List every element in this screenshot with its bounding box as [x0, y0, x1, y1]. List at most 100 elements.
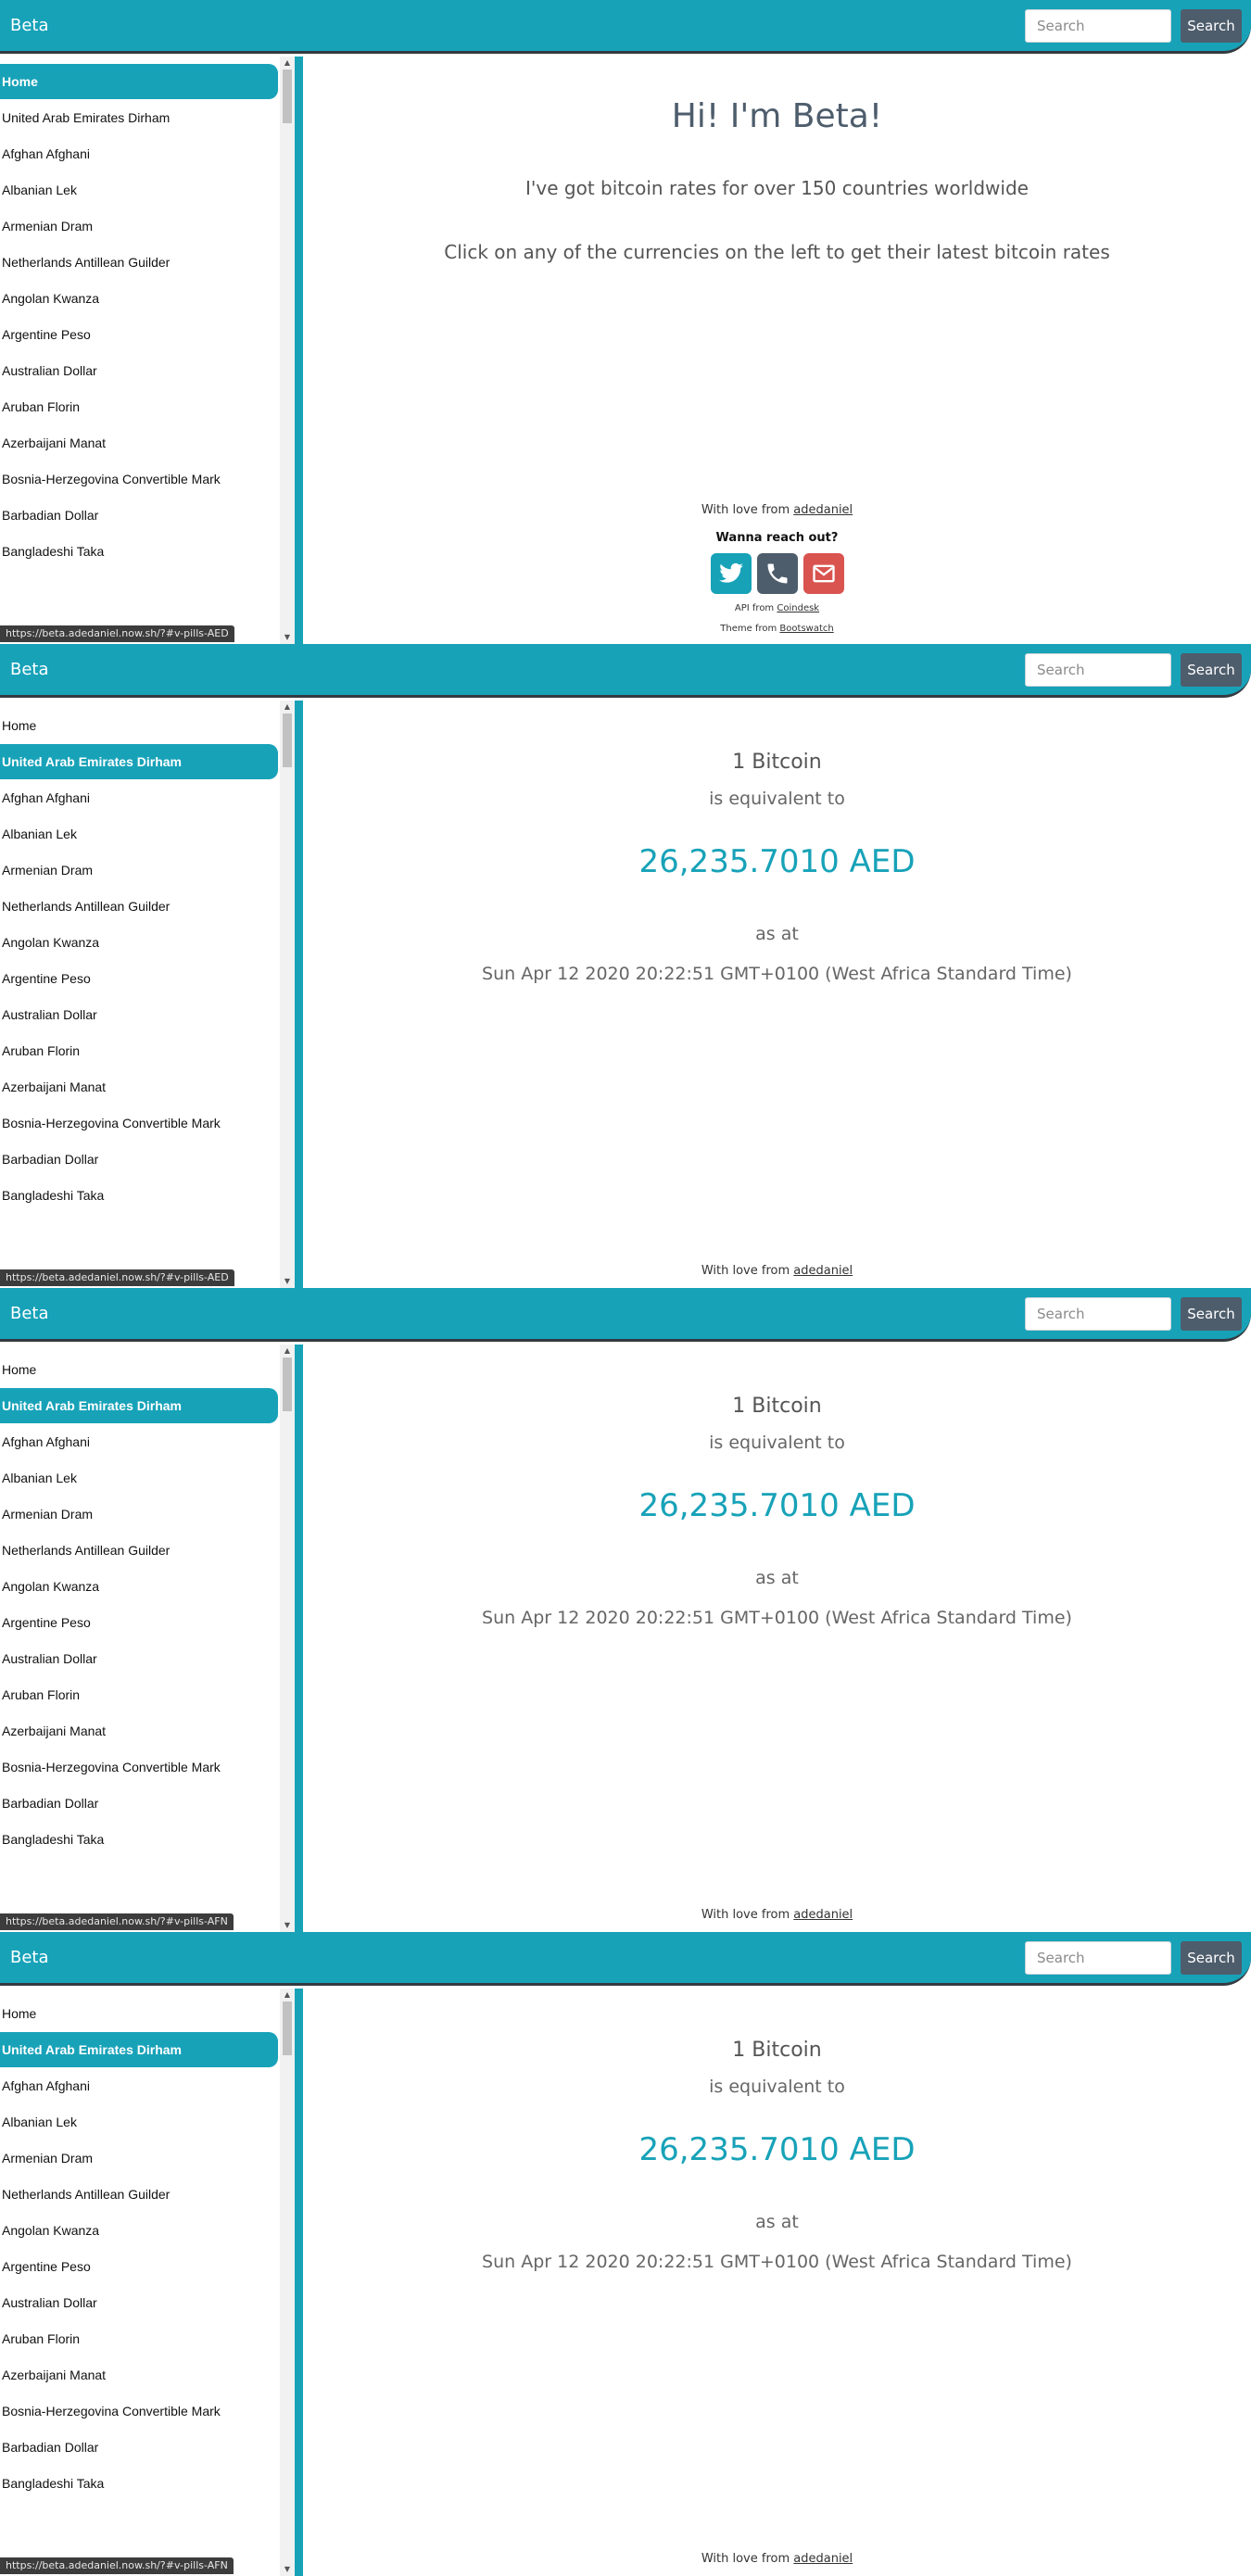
search-input[interactable] — [1025, 1297, 1171, 1331]
sidebar-item[interactable]: Bangladeshi Taka — [0, 2466, 278, 2501]
sidebar-item[interactable]: United Arab Emirates Dirham — [0, 100, 278, 135]
sidebar-item[interactable]: Armenian Dram — [0, 852, 278, 888]
scroll-thumb[interactable] — [283, 69, 292, 123]
search-button[interactable]: Search — [1181, 9, 1242, 43]
sidebar-item[interactable]: Australian Dollar — [0, 2285, 278, 2320]
sidebar-item[interactable]: Armenian Dram — [0, 2140, 278, 2176]
scroll-up-arrow-icon[interactable]: ▲ — [280, 701, 295, 713]
sidebar-item[interactable]: Afghan Afghani — [0, 2068, 278, 2103]
sidebar-scrollbar[interactable]: ▲ ▼ — [280, 1989, 295, 2576]
sidebar-item[interactable]: Bosnia-Herzegovina Convertible Mark — [0, 1749, 278, 1785]
sidebar-item[interactable]: Afghan Afghani — [0, 1424, 278, 1459]
scroll-up-arrow-icon[interactable]: ▲ — [280, 1345, 295, 1357]
sidebar-scrollbar[interactable]: ▲ ▼ — [280, 57, 295, 644]
sidebar-item[interactable]: Argentine Peso — [0, 317, 278, 352]
phone-button[interactable] — [756, 553, 798, 594]
sidebar-item[interactable]: Afghan Afghani — [0, 136, 278, 171]
sidebar-item[interactable]: Netherlands Antillean Guilder — [0, 1533, 278, 1568]
sidebar-item[interactable]: Barbadian Dollar — [0, 1142, 278, 1177]
sidebar-item[interactable]: Home — [0, 64, 278, 99]
sidebar-item[interactable]: Angolan Kwanza — [0, 2213, 278, 2248]
sidebar-item[interactable]: Angolan Kwanza — [0, 925, 278, 960]
sidebar-item[interactable]: Bosnia-Herzegovina Convertible Mark — [0, 461, 278, 497]
sidebar-item[interactable]: Home — [0, 1352, 278, 1387]
search-button[interactable]: Search — [1181, 653, 1242, 687]
sidebar-item[interactable]: Azerbaijani Manat — [0, 425, 278, 461]
brand-link[interactable]: Beta — [10, 660, 49, 679]
author-link[interactable]: adedaniel — [793, 1264, 853, 1278]
brand-link[interactable]: Beta — [10, 1304, 49, 1323]
sidebar-item[interactable]: Netherlands Antillean Guilder — [0, 245, 278, 280]
sidebar-item[interactable]: Azerbaijani Manat — [0, 1713, 278, 1749]
sidebar-item[interactable]: Australian Dollar — [0, 1641, 278, 1676]
email-button[interactable] — [802, 553, 844, 594]
scroll-down-arrow-icon[interactable]: ▼ — [280, 1275, 295, 1288]
sidebar-item[interactable]: Afghan Afghani — [0, 780, 278, 815]
scroll-down-arrow-icon[interactable]: ▼ — [280, 1919, 295, 1932]
navbar: Beta Search — [0, 1932, 1251, 1986]
sidebar-item[interactable]: Aruban Florin — [0, 389, 278, 424]
sidebar-item[interactable]: Australian Dollar — [0, 997, 278, 1032]
sidebar-item[interactable]: Australian Dollar — [0, 353, 278, 388]
sidebar-item[interactable]: Angolan Kwanza — [0, 1569, 278, 1604]
sidebar-item[interactable]: Barbadian Dollar — [0, 1786, 278, 1821]
scroll-up-arrow-icon[interactable]: ▲ — [280, 57, 295, 69]
sidebar-item[interactable]: Bangladeshi Taka — [0, 1822, 278, 1857]
bitcoin-amount: 1 Bitcoin — [732, 2039, 822, 2062]
search-input[interactable] — [1025, 653, 1171, 687]
coindesk-link[interactable]: Coindesk — [777, 603, 819, 613]
sidebar-item[interactable]: Aruban Florin — [0, 2321, 278, 2356]
sidebar-item[interactable]: Armenian Dram — [0, 1496, 278, 1532]
rate-value: 26,235.7010 AED — [638, 1487, 916, 1524]
sidebar-item[interactable]: United Arab Emirates Dirham — [0, 2032, 278, 2067]
sidebar-item[interactable]: Argentine Peso — [0, 2249, 278, 2284]
sidebar-item[interactable]: Netherlands Antillean Guilder — [0, 2177, 278, 2212]
sidebar-item[interactable]: Armenian Dram — [0, 208, 278, 244]
rate-timestamp: Sun Apr 12 2020 20:22:51 GMT+0100 (West … — [482, 2252, 1072, 2272]
sidebar-item[interactable]: Argentine Peso — [0, 961, 278, 996]
sidebar-item[interactable]: Barbadian Dollar — [0, 498, 278, 533]
scroll-thumb[interactable] — [283, 2001, 292, 2055]
sidebar-item[interactable]: Albanian Lek — [0, 2104, 278, 2140]
search-button[interactable]: Search — [1181, 1941, 1242, 1975]
search-button[interactable]: Search — [1181, 1297, 1242, 1331]
sidebar-item[interactable]: Angolan Kwanza — [0, 281, 278, 316]
sidebar-item[interactable]: Home — [0, 708, 278, 743]
sidebar-scrollbar[interactable]: ▲ ▼ — [280, 1345, 295, 1932]
sidebar-item[interactable]: Home — [0, 1996, 278, 2031]
sidebar-item[interactable]: Azerbaijani Manat — [0, 1069, 278, 1105]
brand-link[interactable]: Beta — [10, 1948, 49, 1967]
footer-love: With love from adedaniel — [303, 503, 1251, 517]
sidebar-item[interactable]: Barbadian Dollar — [0, 2430, 278, 2465]
author-link[interactable]: adedaniel — [793, 503, 853, 517]
sidebar-item[interactable]: United Arab Emirates Dirham — [0, 744, 278, 779]
brand-link[interactable]: Beta — [10, 16, 49, 35]
scroll-down-arrow-icon[interactable]: ▼ — [280, 2563, 295, 2576]
search-input[interactable] — [1025, 9, 1171, 43]
sidebar-item[interactable]: Bosnia-Herzegovina Convertible Mark — [0, 2393, 278, 2429]
author-link[interactable]: adedaniel — [793, 1908, 853, 1922]
sidebar-item[interactable]: Bangladeshi Taka — [0, 1178, 278, 1213]
scroll-thumb[interactable] — [283, 1357, 292, 1411]
sidebar-item[interactable]: Albanian Lek — [0, 172, 278, 208]
sidebar-item[interactable]: Albanian Lek — [0, 1460, 278, 1496]
sidebar-item[interactable]: Netherlands Antillean Guilder — [0, 889, 278, 924]
sidebar-item[interactable]: Argentine Peso — [0, 1605, 278, 1640]
sidebar-item[interactable]: Albanian Lek — [0, 816, 278, 852]
scroll-thumb[interactable] — [283, 713, 292, 767]
author-link[interactable]: adedaniel — [793, 2552, 853, 2566]
sidebar-item[interactable]: Bangladeshi Taka — [0, 534, 278, 569]
sidebar-item[interactable]: Bosnia-Herzegovina Convertible Mark — [0, 1105, 278, 1141]
scroll-down-arrow-icon[interactable]: ▼ — [280, 631, 295, 644]
search-input[interactable] — [1025, 1941, 1171, 1975]
sidebar-divider — [295, 701, 303, 1288]
sidebar-item[interactable]: Azerbaijani Manat — [0, 2357, 278, 2393]
rate-timestamp: Sun Apr 12 2020 20:22:51 GMT+0100 (West … — [482, 964, 1072, 984]
bootswatch-link[interactable]: Bootswatch — [779, 624, 833, 634]
scroll-up-arrow-icon[interactable]: ▲ — [280, 1989, 295, 2001]
sidebar-item[interactable]: Aruban Florin — [0, 1677, 278, 1712]
sidebar-scrollbar[interactable]: ▲ ▼ — [280, 701, 295, 1288]
sidebar-item[interactable]: United Arab Emirates Dirham — [0, 1388, 278, 1423]
sidebar-item[interactable]: Aruban Florin — [0, 1033, 278, 1068]
twitter-button[interactable] — [710, 553, 752, 594]
